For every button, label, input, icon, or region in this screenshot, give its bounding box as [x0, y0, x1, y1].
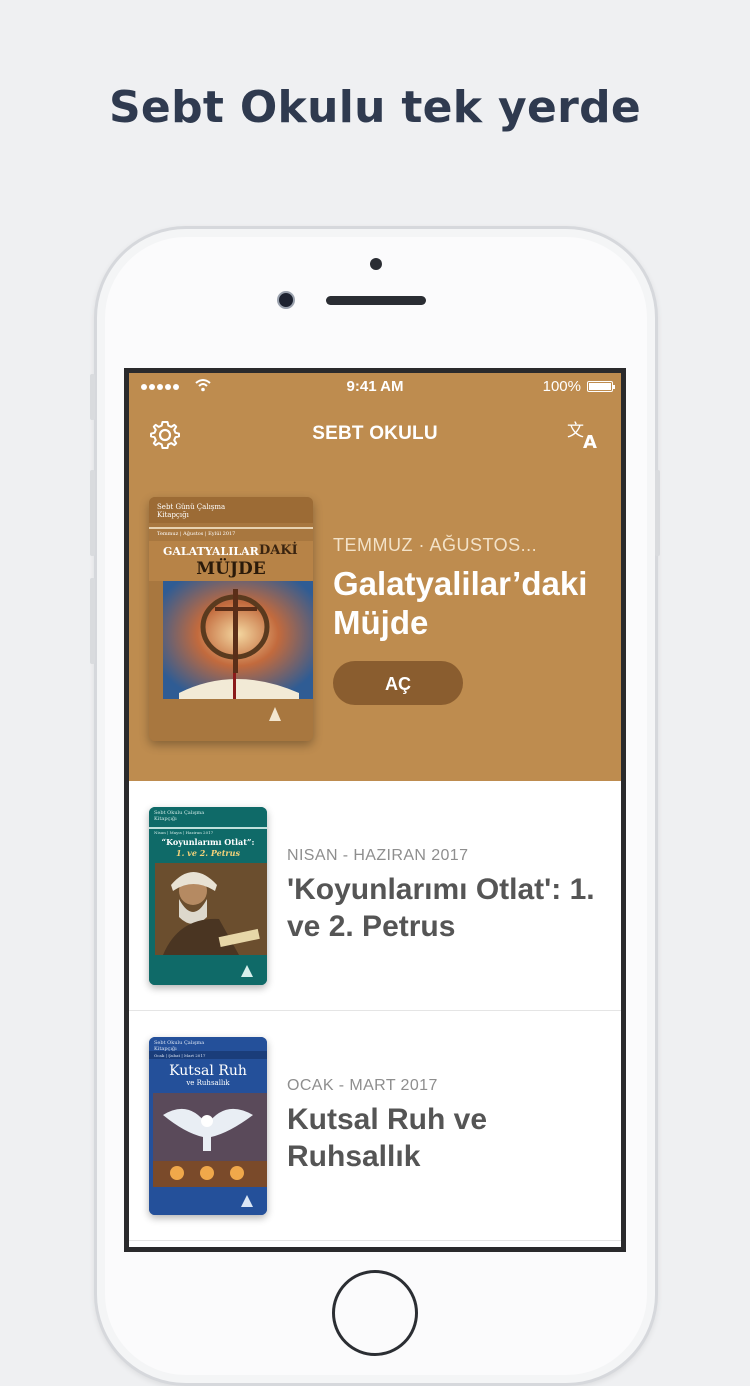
lesson-cover-title-a: “Koyunlarımı Otlat”: [161, 837, 255, 847]
featured-cover-quarter: Temmuz | Ağustos | Eylül 2017 [157, 531, 236, 537]
featured-cover-title-a: GALATYALILAR [163, 545, 259, 558]
nav-bar: SEBT OKULU 文 A [129, 411, 621, 459]
lesson-date: NISAN - HAZIRAN 2017 [287, 847, 469, 864]
lesson-row[interactable]: Sebt Okulu Çalışma Kitapçığı Nisan | May… [129, 781, 621, 1011]
mute-switch [90, 374, 95, 420]
lesson-date: OCAK - MART 2017 [287, 1077, 438, 1094]
svg-text:A: A [583, 432, 597, 451]
lesson-cover-title-a: Kutsal Ruh [169, 1063, 247, 1079]
battery-percent: 100% [542, 378, 581, 395]
power-button [655, 470, 660, 556]
lesson-title: 'Koyunlarımı Otlat': 1. ve 2. Petrus [287, 873, 595, 943]
home-button[interactable] [332, 1270, 418, 1356]
featured-lesson-cover[interactable]: Sebt Günü Çalışma Kitapçığı Temmuz | Ağu… [149, 497, 313, 741]
featured-cover-title-c: MÜJDE [196, 559, 266, 579]
front-camera [277, 291, 295, 309]
lesson-cover-series: Sebt Okulu Çalışma Kitapçığı [154, 810, 205, 822]
featured-cover-title-b: DAKİ [259, 543, 298, 558]
lesson-cover-title-b: 1. ve 2. Petrus [176, 848, 240, 858]
language-translate-icon[interactable]: 文 A [567, 419, 603, 451]
featured-lesson-date: TEMMUZ · AĞUSTOS... [333, 535, 538, 555]
lesson-cover-quarter: Ocak | Şubat | Mart 2017 [154, 1053, 206, 1058]
featured-cover-series: Sebt Günü Çalışma Kitapçığı [157, 503, 226, 519]
proximity-sensor [370, 258, 382, 270]
volume-down-button [90, 578, 95, 664]
lesson-cover-title-b: ve Ruhsallık [186, 1079, 230, 1087]
featured-lesson-info: TEMMUZ · AĞUSTOS... Galatyalilar’daki Mü… [333, 535, 613, 642]
lesson-row[interactable]: Sebt Okulu Çalışma Kitapçığı Ocak | Şuba… [129, 1011, 621, 1241]
lesson-cover-series: Sebt Okulu Çalışma Kitapçığı [154, 1040, 205, 1052]
featured-lesson-title: Galatyalilar’daki Müjde [333, 565, 588, 641]
svg-text:文: 文 [567, 421, 584, 441]
battery-icon [587, 381, 615, 392]
app-title: SEBT OKULU [312, 423, 438, 444]
lesson-info: OCAK - MART 2017 Kutsal Ruh ve Ruhsallık [287, 1077, 607, 1175]
featured-hero: 9:41 AM 100% SEBT OKULU 文 A Sebt Günü Ça… [129, 373, 621, 781]
promo-headline: Sebt Okulu tek yerde [108, 82, 642, 133]
status-bar: 9:41 AM 100% [129, 373, 621, 401]
open-button[interactable]: AÇ [333, 661, 463, 705]
lesson-info: NISAN - HAZIRAN 2017 'Koyunlarımı Otlat'… [287, 847, 607, 945]
lesson-title: Kutsal Ruh ve Ruhsallık [287, 1103, 488, 1173]
earpiece-speaker [326, 296, 426, 305]
lesson-cover: Sebt Okulu Çalışma Kitapçığı Nisan | May… [149, 807, 267, 985]
lesson-cover: Sebt Okulu Çalışma Kitapçığı Ocak | Şuba… [149, 1037, 267, 1215]
volume-up-button [90, 470, 95, 556]
phone-screen: 9:41 AM 100% SEBT OKULU 文 A Sebt Günü Ça… [124, 368, 626, 1252]
lesson-cover-quarter: Nisan | Mayıs | Haziran 2017 [154, 830, 214, 835]
